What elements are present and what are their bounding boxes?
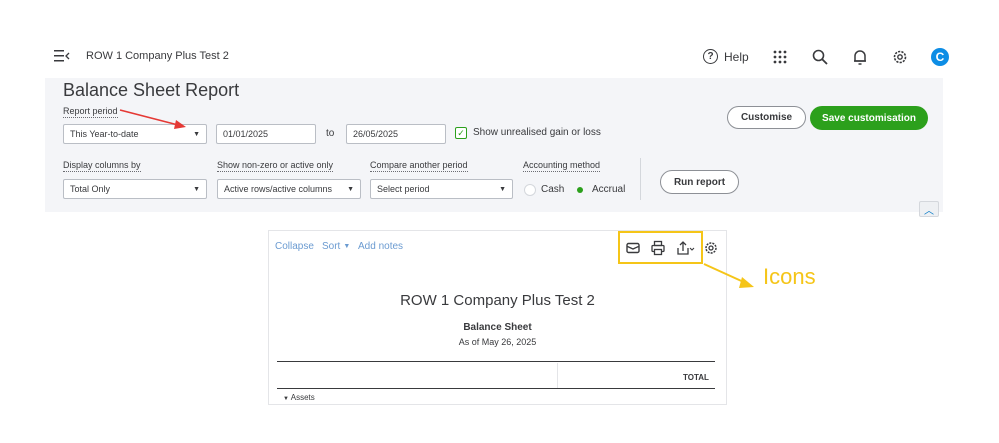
chevron-down-icon: ▼ — [499, 185, 506, 193]
customise-button[interactable]: Customise — [727, 106, 806, 129]
sort-dropdown[interactable]: Sort ▼ — [322, 241, 350, 252]
display-columns-label: Display columns by — [63, 160, 141, 172]
search-icon[interactable] — [811, 48, 829, 66]
chevron-up-icon: ︿ — [924, 205, 934, 217]
nonzero-value: Active rows/active columns — [224, 184, 333, 194]
report-period-label: Report period — [63, 106, 118, 118]
settings-gear-icon[interactable] — [703, 240, 719, 256]
save-customisation-button[interactable]: Save customisation — [810, 106, 928, 130]
nonzero-select[interactable]: Active rows/active columns ▼ — [217, 179, 361, 199]
compare-period-label: Compare another period — [370, 160, 468, 172]
accrual-label: Accrual — [592, 184, 626, 195]
divider — [640, 158, 641, 200]
cash-radio[interactable] — [524, 184, 536, 196]
display-columns-select[interactable]: Total Only ▼ — [63, 179, 207, 199]
red-arrow-annotation — [119, 109, 186, 129]
add-notes-link[interactable]: Add notes — [358, 241, 403, 252]
column-divider — [557, 363, 558, 389]
caret-down-icon: ▼ — [343, 243, 351, 250]
nonzero-label: Show non-zero or active only — [217, 160, 334, 172]
cash-label: Cash — [541, 184, 565, 195]
end-date-input[interactable]: 26/05/2025 — [346, 124, 446, 144]
chevron-down-icon: ▼ — [347, 185, 354, 193]
icons-highlight-box — [618, 231, 703, 264]
help-icon: ? — [703, 49, 718, 64]
accrual-radio[interactable] — [574, 184, 586, 196]
total-column-header: TOTAL — [683, 373, 709, 382]
menu-icon[interactable] — [54, 49, 70, 63]
report-title: Balance Sheet — [463, 322, 532, 333]
report-company-name: ROW 1 Company Plus Test 2 — [400, 292, 595, 309]
accounting-method-label: Accounting method — [523, 160, 601, 172]
collapse-link[interactable]: Collapse — [275, 241, 314, 252]
yellow-arrow-annotation — [703, 263, 754, 288]
compare-period-placeholder: Select period — [377, 184, 430, 194]
display-columns-value: Total Only — [70, 184, 111, 194]
gear-icon[interactable] — [891, 48, 909, 66]
help-label: Help — [724, 49, 749, 64]
unrealised-checkbox[interactable]: ✓ — [455, 127, 467, 139]
assets-label: Assets — [290, 393, 315, 402]
bell-icon[interactable] — [851, 48, 869, 66]
sort-label: Sort — [322, 241, 341, 252]
chevron-down-icon: ▼ — [193, 185, 200, 193]
compare-period-select[interactable]: Select period ▼ — [370, 179, 513, 199]
company-name: ROW 1 Company Plus Test 2 — [86, 50, 229, 62]
assets-row[interactable]: ▼ Assets — [283, 393, 315, 402]
report-date: As of May 26, 2025 — [458, 337, 537, 347]
collapse-panel-button[interactable]: ︿ — [919, 201, 939, 217]
avatar[interactable]: C — [931, 48, 949, 66]
header-rule-bottom — [277, 388, 715, 389]
help-button[interactable]: ? Help — [703, 49, 749, 64]
run-report-button[interactable]: Run report — [660, 170, 739, 194]
to-label: to — [326, 128, 335, 139]
end-date-value: 26/05/2025 — [353, 129, 399, 139]
icons-annotation-label: Icons — [763, 264, 816, 289]
header-rule-top — [277, 361, 715, 362]
start-date-input[interactable]: 01/01/2025 — [216, 124, 316, 144]
page-title: Balance Sheet Report — [63, 80, 240, 100]
start-date-value: 01/01/2025 — [223, 129, 269, 139]
caret-down-icon: ▼ — [283, 396, 289, 402]
unrealised-label: Show unrealised gain or loss — [473, 127, 601, 138]
apps-grid-icon[interactable] — [771, 48, 789, 66]
